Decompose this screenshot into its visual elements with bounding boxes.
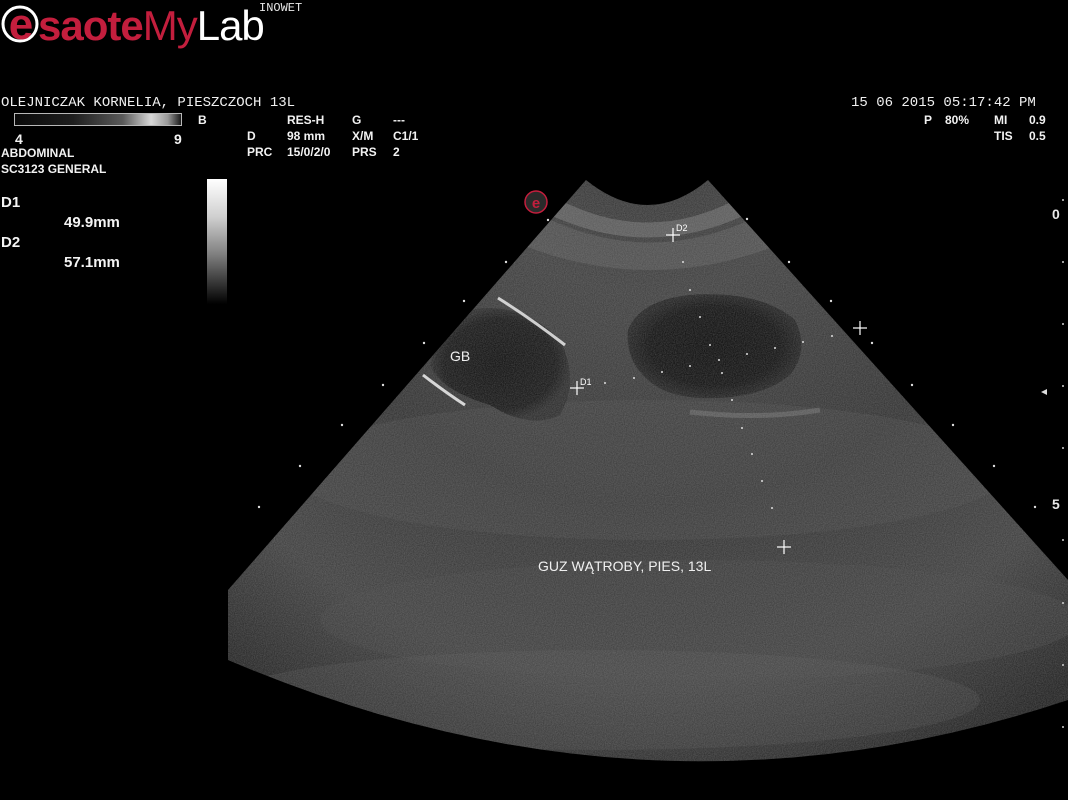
patient-name: OLEJNICZAK KORNELIA, PIESZCZOCH 13L <box>1 95 296 111</box>
depth-scale-5: 5 <box>1052 496 1060 512</box>
station-name: INOWET <box>259 1 303 15</box>
mi-value: 0.9 <box>1029 113 1046 127</box>
measurement-d1-value: 49.9mm <box>64 214 120 231</box>
param-depth-value: 98 mm <box>287 129 326 143</box>
grayscale-map-strip <box>207 179 227 304</box>
measurement-d2-value: 57.1mm <box>64 254 120 271</box>
param-xm-value: C1/1 <box>393 129 419 143</box>
tis-label: TIS <box>994 129 1013 143</box>
esaote-logo-icon: e <box>1 2 39 44</box>
param-xm-label: X/M <box>352 129 374 143</box>
param-g-label: G <box>352 113 362 127</box>
power-label: P <box>924 113 933 127</box>
measurement-d1-label: D1 <box>1 194 21 211</box>
mi-label: MI <box>994 113 1008 127</box>
param-prc-label: PRC <box>247 145 273 159</box>
caliper-d1-marker: D1 <box>580 377 592 387</box>
grayscale-bar <box>14 113 182 126</box>
image-caption: GUZ WĄTROBY, PIES, 13L <box>538 558 712 574</box>
focus-marker-icon <box>1041 389 1047 395</box>
param-prs-label: PRS <box>352 145 377 159</box>
gallbladder-label: GB <box>450 348 471 364</box>
application-preset: ABDOMINAL <box>1 146 75 160</box>
measurement-d2-label: D2 <box>1 234 21 251</box>
svg-text:e: e <box>9 2 33 44</box>
param-prs-value: 2 <box>393 145 400 159</box>
exam-date-time: 15 06 2015 05:17:42 PM <box>851 95 1036 111</box>
grayscale-max-label: 9 <box>174 131 182 147</box>
depth-scale-0: 0 <box>1052 206 1060 222</box>
svg-text:e: e <box>532 195 540 212</box>
caliper-d2-marker: D2 <box>676 223 688 233</box>
mode-label: B <box>198 113 207 127</box>
tis-value: 0.5 <box>1029 129 1046 143</box>
param-prc-value: 15/0/2/0 <box>287 145 331 159</box>
power-value: 80% <box>945 113 970 127</box>
grayscale-min-label: 4 <box>15 131 23 147</box>
param-g-value: --- <box>393 113 405 127</box>
probe-info: SC3123 GENERAL <box>1 162 107 176</box>
brand-wordmark: saoteMyLab <box>38 2 265 49</box>
param-depth-label: D <box>247 129 256 143</box>
param-res: RES-H <box>287 113 325 127</box>
esaote-watermark-icon: e <box>524 190 548 214</box>
